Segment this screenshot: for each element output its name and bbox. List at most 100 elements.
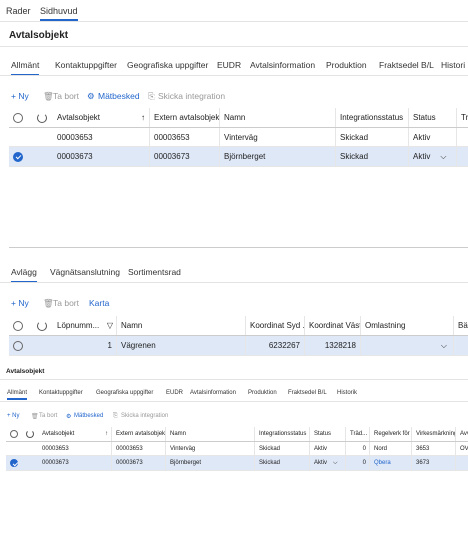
col-integrationsstatus[interactable]: Integrationsstatus [255,427,310,441]
refresh-icon[interactable] [22,427,38,441]
tab-allmant[interactable]: Allmänt [7,390,28,400]
table-row[interactable]: 1 Vägrenen 6232267 1328218 ⌵ [9,336,468,356]
chevron-down-icon[interactable]: ⌵ [441,341,447,351]
cell-status: Aktiv [409,128,457,146]
cell-avve [456,456,468,470]
cell-integ: Skickad [255,456,310,470]
tab-kontaktuppgifter[interactable]: Kontaktuppgifter [55,60,117,70]
cell-regel-link[interactable]: Qbera [370,456,412,470]
cell-id: 00003673 [38,456,112,470]
table-row[interactable]: 00003673 00003673 Björnberget Skickad Ak… [9,147,468,167]
col-extern[interactable]: Extern avtalsobjek... [112,427,166,441]
map-button[interactable]: Karta [89,298,109,308]
col-namn[interactable]: Namn [220,108,336,127]
tab-allmant[interactable]: Allmänt [11,60,40,76]
row-select[interactable] [9,147,33,166]
tab-geografiska-uppgifter[interactable]: Geografiska uppgifter [96,390,153,396]
col-extern[interactable]: Extern avtalsobjek... [150,108,220,127]
meas-button[interactable]: Mätbesked [98,91,140,101]
new-button[interactable]: + Ny [11,91,29,101]
send-integration-button[interactable]: Skicka integration [121,413,168,419]
radio[interactable] [13,340,23,351]
tab-eudr[interactable]: EUDR [217,60,241,70]
cell-integ: Skickad [255,442,310,455]
chevron-down-icon[interactable]: ⌵ [333,460,338,467]
delete-button[interactable]: Ta bort [39,413,57,419]
tab-fraktsedel[interactable]: Fraktsedel B/L [288,390,327,396]
new-button[interactable]: + Ny [11,298,29,308]
checked-icon[interactable] [13,151,23,162]
radio[interactable] [10,430,18,438]
tab-avlagg[interactable]: Avlägg [11,267,37,283]
tab-avtalsinformation[interactable]: Avtalsinformation [250,60,315,70]
tab-geografiska-uppgifter[interactable]: Geografiska uppgifter [127,60,208,70]
tab-produktion[interactable]: Produktion [248,390,277,396]
send-icon: ⎘ [113,413,118,419]
col-lopnummer[interactable]: Löpnumm... ▽ [53,316,117,335]
tab-sidhuvud[interactable]: Sidhuvud [40,6,78,21]
measure-icon: ⚙ [66,414,72,420]
col-koordinat-syd[interactable]: Koordinat Syd ... [246,316,305,335]
tab-kontaktuppgifter[interactable]: Kontaktuppgifter [39,390,83,396]
row-select[interactable] [6,456,22,470]
col-namn[interactable]: Namn [117,316,246,335]
chevron-down-icon[interactable]: ⌵ [440,152,446,162]
filter-icon[interactable]: ▽ [107,321,116,330]
tab-vagnatsanslutning[interactable]: Vägnätsanslutning [50,267,120,277]
new-button[interactable]: + Ny [7,413,20,419]
meas-button[interactable]: Mätbesked [74,413,103,419]
col-integrationsstatus[interactable]: Integrationsstatus [336,108,409,127]
col-status[interactable]: Status [310,427,346,441]
status-value: Aktiv [314,460,328,466]
cell-omlastning[interactable]: ⌵ [361,336,454,355]
tab-fraktsedel[interactable]: Fraktsedel B/L [379,60,434,70]
col-trad[interactable]: Träd [457,108,468,127]
cell-status: Aktiv [310,442,346,455]
cell-status[interactable]: Aktiv ⌵ [310,456,346,470]
status-value: Aktiv [413,152,431,161]
col-barig[interactable]: Bärig [454,316,468,335]
cell-virke: 3653 [412,442,456,455]
col-virkesmarkning[interactable]: Virkesmärkning [412,427,456,441]
tab-eudr[interactable]: EUDR [166,390,183,396]
col-koordinat-vast[interactable]: Koordinat Väst... [305,316,361,335]
cell-status[interactable]: Aktiv ⌵ [409,147,457,166]
col-trad[interactable]: Träd... [346,427,370,441]
col-omlastning[interactable]: Omlastning [361,316,454,335]
divider [0,282,468,283]
delete-button[interactable]: Ta bort [53,91,79,101]
col-namn[interactable]: Namn [166,427,255,441]
tab-produktion[interactable]: Produktion [326,60,367,70]
table-row[interactable]: 00003673 00003673 Björnberget Skickad Ak… [6,456,468,471]
cell-name: Vinterväg [166,442,255,455]
select-all-radio[interactable] [6,427,22,441]
radio[interactable] [13,320,23,331]
checked-icon[interactable] [10,459,18,467]
tab-sortimentsrad[interactable]: Sortimentsrad [128,267,181,277]
refresh-icon[interactable] [33,316,53,335]
col-avtalsobjekt[interactable]: Avtalsobjekt ↑ [53,108,150,127]
col-avverkning[interactable]: Avve [456,427,468,441]
table-header: Avtalsobjekt ↑ Extern avtalsobjek... Namn… [9,108,468,128]
tab-historik[interactable]: Historik [337,390,357,396]
row-select[interactable] [9,336,33,355]
tab-avtalsinformation[interactable]: Avtalsinformation [190,390,236,396]
select-all-radio[interactable] [9,316,33,335]
col-avtalsobjekt[interactable]: Avtalsobjekt ↑ [38,427,112,441]
cell-id: 00003653 [38,442,112,455]
cell-ext: 00003673 [150,147,220,166]
send-integration-button[interactable]: Skicka integration [158,91,225,101]
tab-rader[interactable]: Rader [6,6,31,16]
col-regelverk[interactable]: Regelverk för ... [370,427,412,441]
select-all-radio[interactable] [9,108,33,127]
table-row[interactable]: 00003653 00003653 Vinterväg Skickad Akti… [6,442,468,456]
col-status[interactable]: Status [409,108,457,127]
divider [0,46,468,47]
delete-button[interactable]: Ta bort [53,298,79,308]
table-row[interactable]: 00003653 00003653 Vinterväg Skickad Akti… [9,128,468,147]
table-header: Avtalsobjekt ↑ Extern avtalsobjek... Namn… [6,427,468,442]
cell-name: Vägrenen [117,336,246,355]
tab-historik[interactable]: Histori [441,60,465,70]
radio[interactable] [13,112,23,123]
refresh-icon[interactable] [33,108,53,127]
